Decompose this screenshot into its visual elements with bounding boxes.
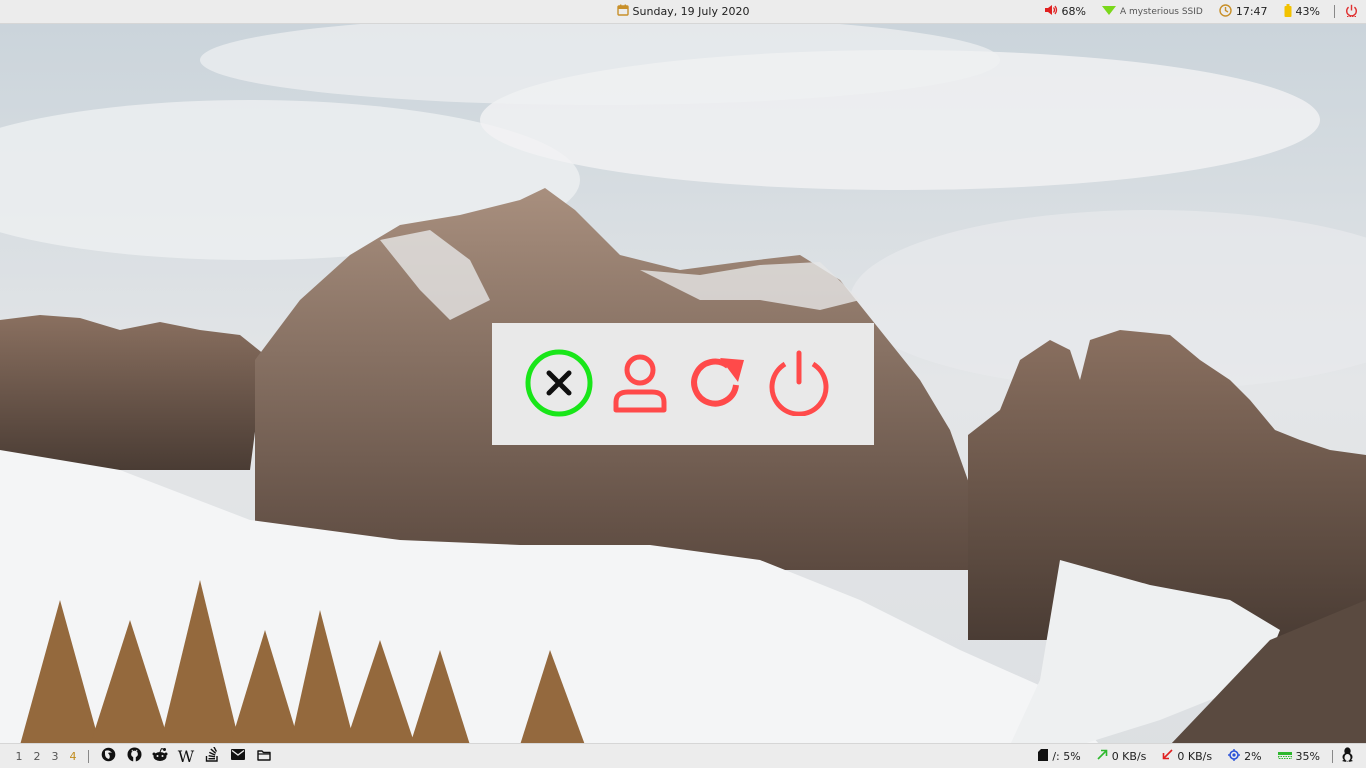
stack-overflow-icon	[205, 745, 219, 765]
upload-widget[interactable]: 0 KB/s	[1089, 749, 1155, 763]
memory-icon	[1277, 750, 1293, 763]
power-icon	[767, 350, 831, 419]
volume-level: 68%	[1061, 5, 1086, 18]
stack-overflow-launcher[interactable]	[199, 744, 225, 768]
wikipedia-icon: W	[177, 746, 195, 766]
mail-launcher[interactable]	[225, 744, 251, 768]
github-launcher[interactable]	[121, 744, 147, 768]
bottom-panel: 1 2 3 4 W /: 5% 0 KB/s 0 KB/s 2% 35%	[0, 743, 1366, 768]
user-icon	[610, 352, 670, 417]
wifi-widget[interactable]: A mysterious SSID	[1096, 4, 1209, 19]
battery-level: 43%	[1295, 5, 1320, 18]
arrow-up-right-icon	[1097, 749, 1108, 763]
sd-card-icon	[1038, 748, 1049, 764]
cpu-usage: 2%	[1244, 749, 1262, 763]
clock-time: 17:47	[1235, 5, 1268, 18]
disk-usage: /: 5%	[1052, 749, 1081, 763]
files-launcher[interactable]	[251, 744, 277, 768]
cpu-icon	[1228, 748, 1241, 764]
disk-widget[interactable]: /: 5%	[1030, 748, 1088, 764]
mail-icon	[231, 749, 245, 763]
separator	[88, 749, 89, 763]
reboot-icon	[688, 352, 748, 417]
wifi-ssid: A mysterious SSID	[1120, 6, 1203, 17]
clock-widget[interactable]: 17:47	[1213, 3, 1274, 20]
power-menu	[492, 323, 874, 445]
date-widget[interactable]: Sunday, 19 July 2020	[611, 4, 756, 19]
top-panel: Sunday, 19 July 2020 68% A mysterious SS…	[0, 0, 1366, 24]
power-icon	[1345, 4, 1358, 20]
firefox-launcher[interactable]	[95, 744, 121, 768]
reboot-button[interactable]	[686, 349, 750, 419]
logout-button[interactable]	[608, 349, 672, 419]
battery-icon	[1284, 3, 1292, 20]
upload-speed: 0 KB/s	[1111, 749, 1147, 763]
separator	[1334, 5, 1335, 18]
workspace-4[interactable]: 4	[64, 750, 82, 763]
battery-widget[interactable]: 43%	[1278, 3, 1326, 20]
cpu-widget[interactable]: 2%	[1220, 748, 1269, 764]
download-speed: 0 KB/s	[1177, 749, 1213, 763]
calendar-icon	[616, 4, 629, 19]
speaker-icon	[1044, 4, 1058, 19]
wikipedia-launcher[interactable]: W	[173, 744, 199, 768]
date-text: Sunday, 19 July 2020	[632, 5, 750, 18]
tux-icon	[1341, 747, 1354, 765]
arrow-down-left-icon	[1162, 749, 1173, 763]
folder-icon	[257, 749, 271, 764]
cancel-button[interactable]	[524, 349, 594, 419]
download-widget[interactable]: 0 KB/s	[1154, 749, 1220, 763]
reddit-launcher[interactable]	[147, 744, 173, 768]
memory-usage: 35%	[1295, 749, 1320, 763]
firefox-icon	[101, 747, 116, 765]
workspace-2[interactable]: 2	[28, 750, 46, 763]
separator	[1332, 749, 1333, 763]
shutdown-button[interactable]	[766, 349, 832, 419]
wifi-icon	[1102, 4, 1116, 19]
github-icon	[127, 747, 142, 765]
close-circle-icon	[524, 348, 594, 421]
linux-menu-button[interactable]	[1337, 747, 1358, 765]
workspace-1[interactable]: 1	[10, 750, 28, 763]
workspace-3[interactable]: 3	[46, 750, 64, 763]
reddit-icon	[152, 747, 168, 765]
volume-widget[interactable]: 68%	[1038, 4, 1092, 19]
power-button[interactable]	[1343, 4, 1360, 20]
clock-icon	[1219, 3, 1232, 20]
memory-widget[interactable]: 35%	[1270, 750, 1328, 763]
